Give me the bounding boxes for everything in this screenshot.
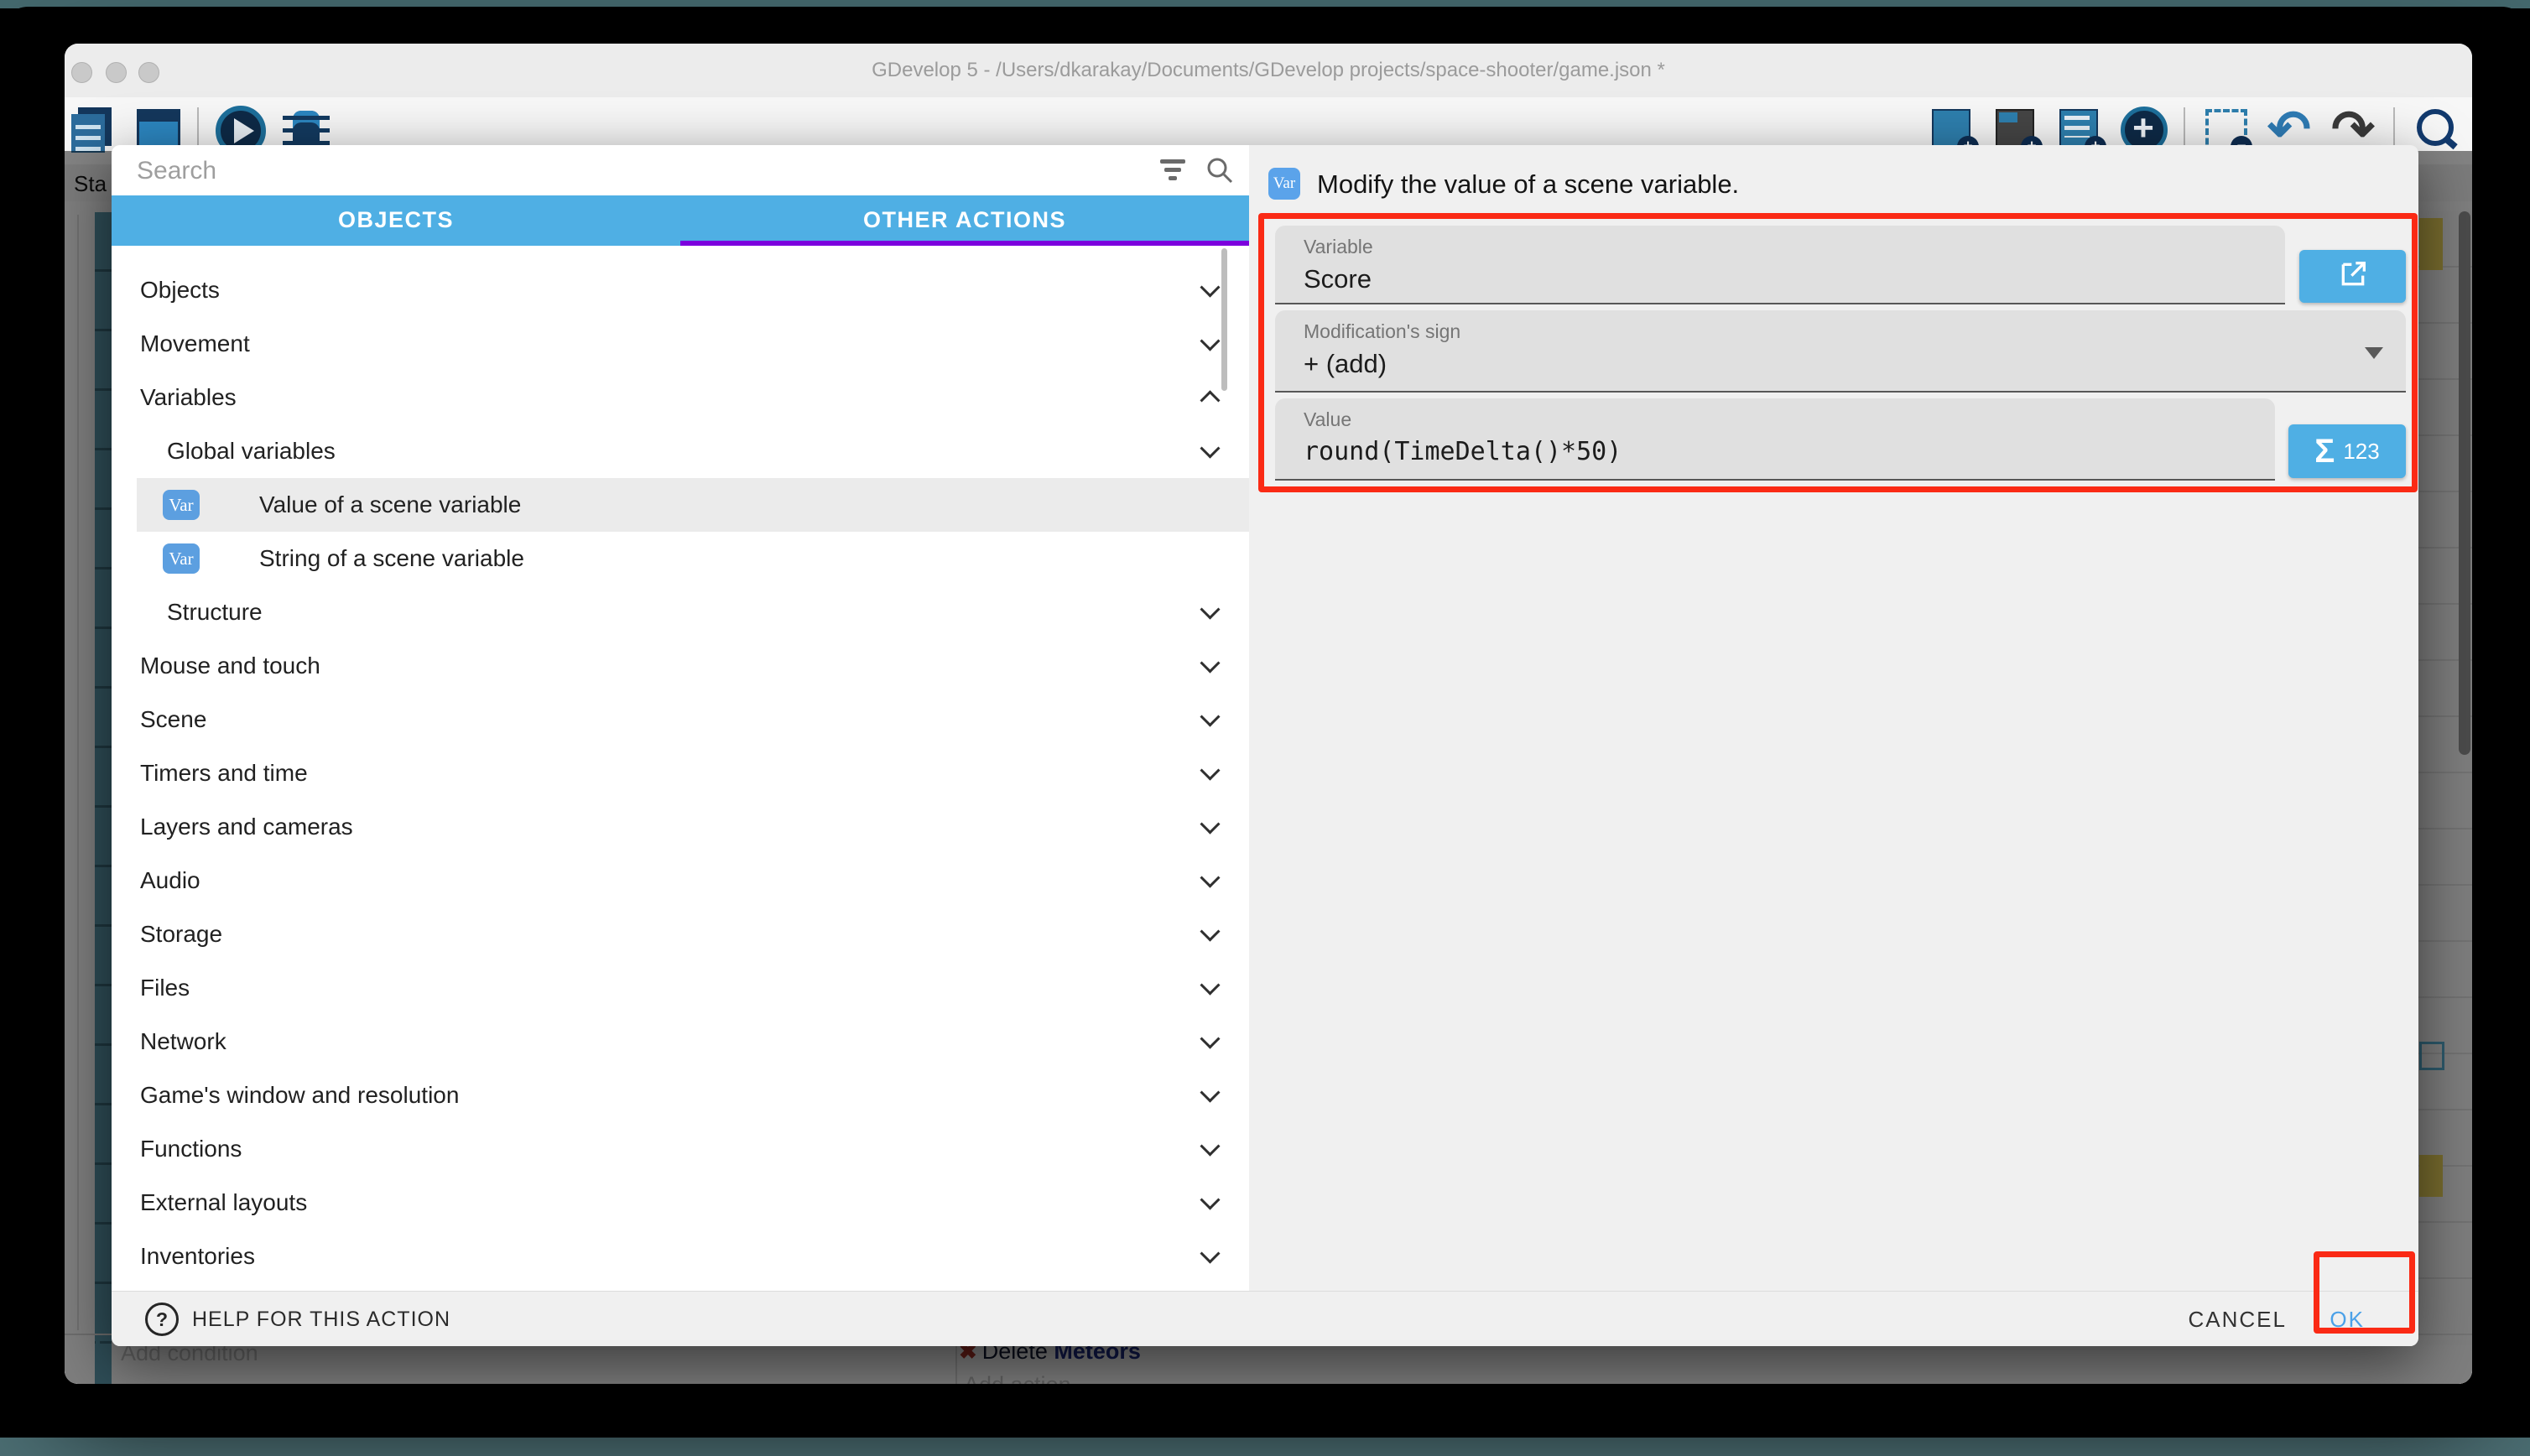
chevron-down-icon: [1200, 707, 1220, 727]
chevron-down-icon: [1200, 1029, 1220, 1049]
cancel-button[interactable]: CANCEL: [2189, 1292, 2287, 1346]
sign-field-label: Modification's sign: [1304, 320, 1460, 343]
chevron-down-icon: [1200, 1136, 1220, 1157]
list-item-label: Functions: [140, 1136, 242, 1162]
list-item-string-of-a-scene-variable[interactable]: Var String of a scene variable: [112, 532, 1249, 585]
help-icon: ?: [145, 1303, 179, 1336]
chevron-down-icon: [1200, 439, 1220, 459]
list-item-inventories[interactable]: Inventories: [112, 1230, 1249, 1283]
search-icon[interactable]: [1205, 155, 1235, 190]
project-manager-icon[interactable]: [70, 106, 117, 156]
chevron-down-icon: [1200, 868, 1220, 888]
list-item-label: Audio: [140, 867, 200, 894]
list-item-label: String of a scene variable: [259, 545, 524, 572]
chevron-down-icon: [1200, 600, 1220, 620]
variable-icon: Var: [163, 543, 200, 574]
list-item-audio[interactable]: Audio: [112, 854, 1249, 907]
desktop-background-bottom: [0, 1438, 2530, 1456]
list-item-functions[interactable]: Functions: [112, 1122, 1249, 1176]
action-category-list: Objects Movement Variables Global variables…: [112, 246, 1249, 1291]
action-editor-dialog: OBJECTS OTHER ACTIONS Objects Movement Var…: [112, 145, 2418, 1346]
list-item-mouse-and-touch[interactable]: Mouse and touch: [112, 639, 1249, 693]
dialog-footer: ? HELP FOR THIS ACTION CANCEL OK: [112, 1291, 2418, 1346]
expression-builder-button[interactable]: Σ 123: [2288, 424, 2406, 478]
help-label: HELP FOR THIS ACTION: [192, 1308, 450, 1332]
list-item-label: Objects: [140, 277, 220, 304]
chevron-down-icon: [1200, 653, 1220, 673]
list-item-value-of-a-scene-variable[interactable]: Var Value of a scene variable: [137, 478, 1249, 532]
list-item-label: Mouse and touch: [140, 653, 320, 679]
chevron-down-icon: [1200, 1244, 1220, 1264]
modification-sign-select[interactable]: Modification's sign + (add): [1275, 310, 2406, 393]
tab-objects[interactable]: OBJECTS: [112, 195, 680, 246]
list-item-global-variables[interactable]: Global variables: [112, 424, 1249, 478]
dropdown-arrow-icon[interactable]: [2365, 347, 2383, 359]
variable-icon: Var: [163, 490, 200, 520]
variable-field-value[interactable]: Score: [1304, 264, 1372, 294]
variable-field[interactable]: Variable Score: [1275, 226, 2285, 304]
list-item-label: Inventories: [140, 1243, 255, 1270]
list-item-label: Game's window and resolution: [140, 1082, 459, 1109]
list-item-label: Global variables: [167, 438, 336, 465]
value-field-label: Value: [1304, 408, 1351, 431]
chevron-down-icon: [1200, 1083, 1220, 1103]
dialog-title: Modify the value of a scene variable.: [1317, 168, 1739, 200]
window-title: GDevelop 5 - /Users/dkarakay/Documents/G…: [65, 44, 2472, 97]
list-item-movement[interactable]: Movement: [112, 317, 1249, 371]
chevron-down-icon: [1200, 761, 1220, 781]
variable-field-label: Variable: [1304, 236, 1373, 258]
list-item-files[interactable]: Files: [112, 961, 1249, 1015]
value-field[interactable]: Value round(TimeDelta()*50): [1275, 398, 2275, 481]
chevron-down-icon: [1200, 814, 1220, 835]
filter-icon[interactable]: [1160, 159, 1187, 181]
list-item-label: Scene: [140, 706, 206, 733]
variable-action-icon: Var: [1268, 168, 1300, 200]
list-item-label: Files: [140, 975, 190, 1001]
search-row: [112, 145, 1249, 195]
ok-button[interactable]: OK: [2330, 1292, 2365, 1346]
list-item-storage[interactable]: Storage: [112, 907, 1249, 961]
list-item-label: Structure: [167, 599, 263, 626]
list-item-variables[interactable]: Variables: [112, 371, 1249, 424]
search-toolbar-icon[interactable]: [2412, 106, 2459, 156]
list-item-structure[interactable]: Structure: [112, 585, 1249, 639]
chevron-down-icon: [1200, 278, 1220, 298]
help-button[interactable]: ? HELP FOR THIS ACTION: [145, 1292, 450, 1346]
open-in-new-icon: [2336, 257, 2370, 295]
list-item-label: External layouts: [140, 1189, 307, 1216]
chevron-down-icon: [1200, 1190, 1220, 1210]
list-item-scene[interactable]: Scene: [112, 693, 1249, 746]
list-item-network[interactable]: Network: [112, 1015, 1249, 1069]
list-item-layers-and-cameras[interactable]: Layers and cameras: [112, 800, 1249, 854]
sigma-icon: Σ: [2314, 434, 2335, 468]
list-item-objects[interactable]: Objects: [112, 263, 1249, 317]
tab-other-actions[interactable]: OTHER ACTIONS: [680, 195, 1249, 246]
list-item-label: Variables: [140, 384, 237, 411]
list-item-label: Movement: [140, 330, 250, 357]
search-input[interactable]: [135, 152, 1128, 190]
list-item-label: Storage: [140, 921, 222, 948]
value-field-value[interactable]: round(TimeDelta()*50): [1304, 437, 1622, 466]
chevron-down-icon: [1200, 922, 1220, 942]
title-bar: GDevelop 5 - /Users/dkarakay/Documents/G…: [65, 44, 2472, 98]
open-variables-editor-button[interactable]: [2299, 250, 2406, 303]
list-item-label: Network: [140, 1028, 226, 1055]
action-chooser-panel: OBJECTS OTHER ACTIONS Objects Movement Var…: [112, 145, 1249, 1291]
numeric-badge: 123: [2343, 439, 2379, 465]
list-item-timers-and-time[interactable]: Timers and time: [112, 746, 1249, 800]
sign-field-value[interactable]: + (add): [1304, 349, 1387, 379]
chevron-up-icon: [1200, 390, 1220, 410]
chevron-down-icon: [1200, 331, 1220, 351]
gdevelop-window: GDevelop 5 - /Users/dkarakay/Documents/G…: [65, 44, 2472, 1384]
dialog-tab-bar: OBJECTS OTHER ACTIONS: [112, 195, 1249, 246]
list-item-game-s-window-and-resolution[interactable]: Game's window and resolution: [112, 1069, 1249, 1122]
list-item-label: Value of a scene variable: [259, 491, 521, 518]
list-item-label: Layers and cameras: [140, 814, 353, 840]
list-item-label: Timers and time: [140, 760, 308, 787]
chevron-down-icon: [1200, 975, 1220, 996]
list-scrollbar[interactable]: [1221, 248, 1227, 391]
list-item-external-layouts[interactable]: External layouts: [112, 1176, 1249, 1230]
